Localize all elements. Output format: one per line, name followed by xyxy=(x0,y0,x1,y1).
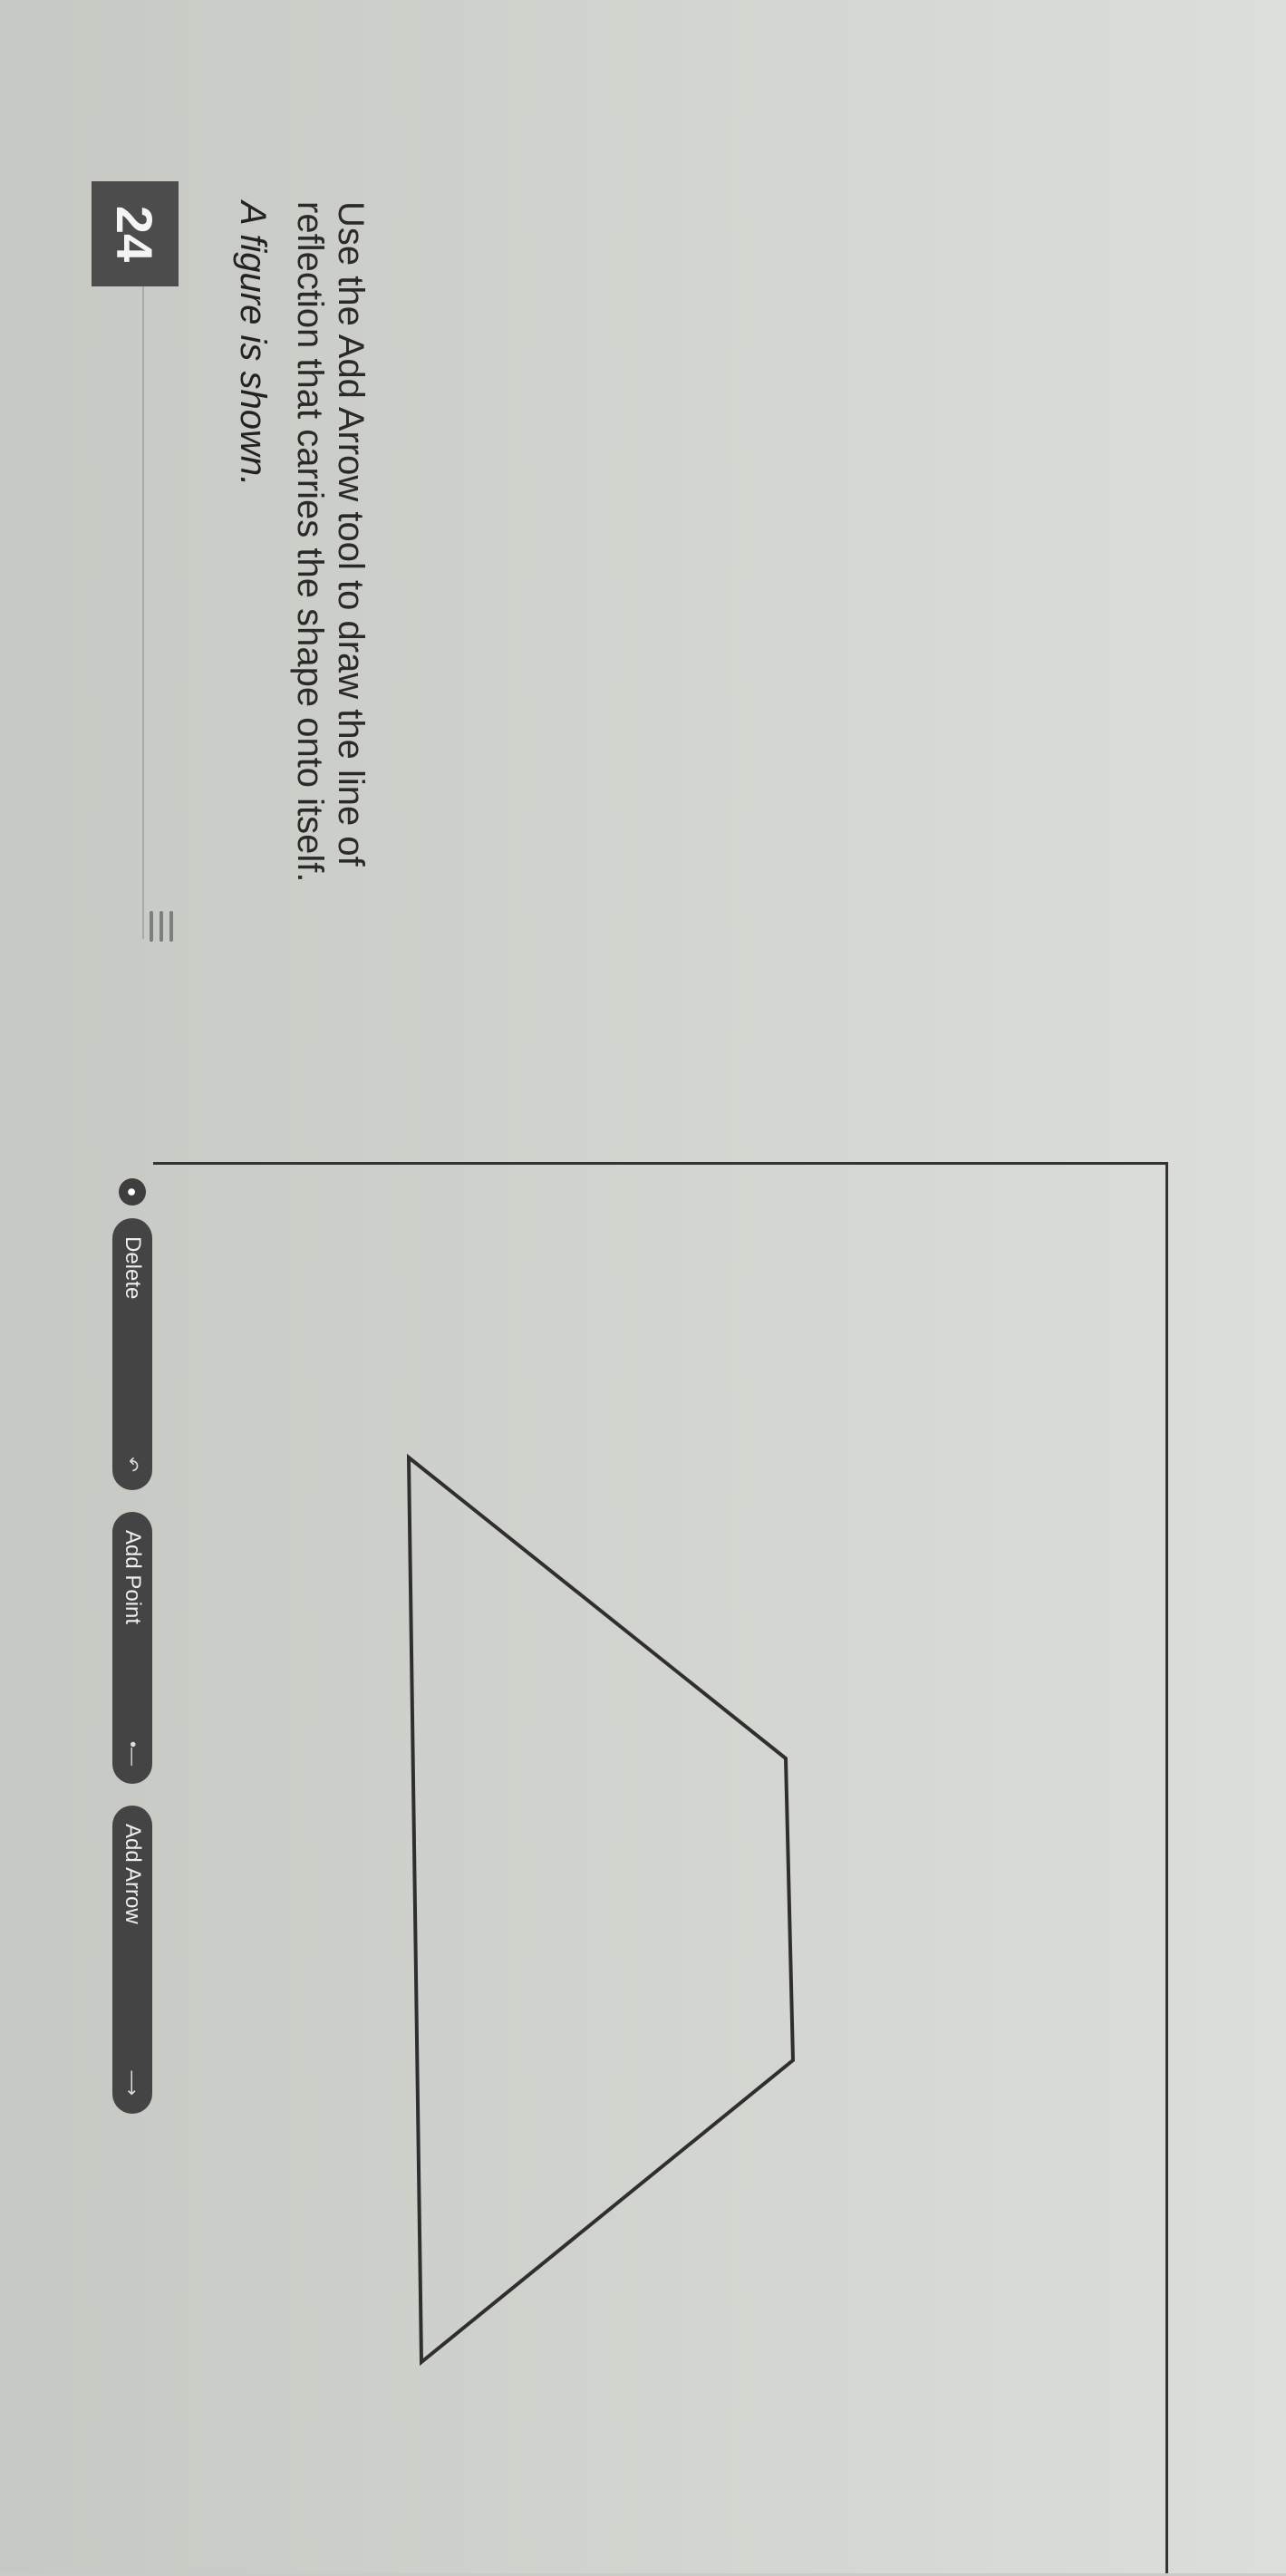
drag-handle-icon[interactable] xyxy=(150,911,173,942)
add-arrow-button[interactable]: Add Arrow ⟶ xyxy=(112,1806,152,2114)
circle-icon[interactable]: ● xyxy=(119,1178,146,1206)
delete-button[interactable]: Delete ↶ xyxy=(112,1218,152,1490)
arrow-icon: ⟶ xyxy=(121,2069,142,2096)
add-point-button[interactable]: Add Point •— xyxy=(112,1512,152,1784)
figure-svg xyxy=(406,1453,796,2367)
graph-toolbar: ● Delete ↶ Add Point •— Add Arrow ⟶ xyxy=(111,1178,153,2114)
add-point-label: Add Point xyxy=(121,1530,145,1625)
question-prompt: A figure is shown. xyxy=(233,201,273,487)
add-arrow-label: Add Arrow xyxy=(121,1824,145,1924)
delete-label: Delete xyxy=(121,1236,145,1300)
trapezoid-shape xyxy=(406,1453,796,2367)
graph-canvas[interactable] xyxy=(153,1162,1168,2573)
header-divider xyxy=(142,286,144,939)
question-number: 24 xyxy=(92,181,179,286)
point-icon: •— xyxy=(122,1740,143,1766)
question-instructions: Use the Add Arrow tool to draw the line … xyxy=(290,201,371,883)
question-page: 24 A figure is shown. Use the Add Arrow … xyxy=(0,0,1286,2573)
undo-icon: ↶ xyxy=(121,1457,142,1472)
